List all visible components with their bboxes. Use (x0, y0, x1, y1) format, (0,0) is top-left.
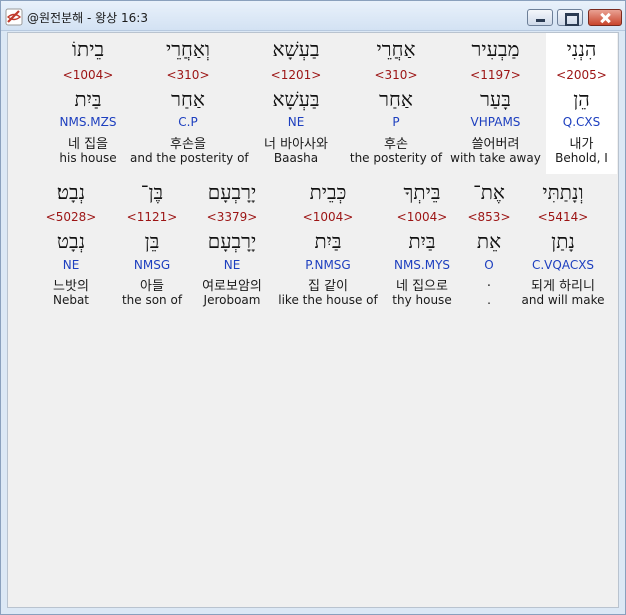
root-word: יָרָבְעָם (207, 229, 257, 253)
window-title: @원전분해 - 왕상 16:3 (27, 11, 148, 25)
strong-number: <5028> (45, 210, 97, 224)
hebrew-word: אֶת־ (473, 180, 505, 204)
korean-gloss: 아들 (140, 279, 164, 294)
root-word: בֵּן (144, 229, 160, 253)
strong-number: <853> (467, 210, 511, 224)
word-cell[interactable]: בֵּיתְךָ <1004> בַּיִת NMS.MYS 네 집으로 thy… (382, 33, 462, 307)
hebrew-word: בֵּיתְךָ (403, 180, 441, 204)
korean-gloss: 되게 하리니 (531, 279, 595, 294)
strong-number: <5414> (537, 210, 589, 224)
morph-code: NMS.MYS (393, 258, 451, 272)
korean-gloss: 집 같이 (307, 279, 348, 294)
word-cell[interactable]: כְּבֵית <1004> בַּיִת P.NMSG 집 같이 like t… (276, 33, 380, 307)
strong-number: <3379> (206, 210, 258, 224)
analysis-panel: הִנְנִי <2005> הֵן Q.CXS 내가 Behold, I מַ… (7, 32, 619, 608)
app-window: @원전분해 - 왕상 16:3 הִנְנִי <2005> הֵן Q.CXS… (0, 0, 626, 615)
hebrew-word: בֶּן־ (140, 180, 164, 204)
morph-code: NMSG (133, 258, 171, 272)
morph-code: C.VQACXS (531, 258, 595, 272)
english-gloss: and will make (521, 293, 605, 307)
morph-code: NE (223, 258, 241, 272)
root-word: נְבָט (56, 229, 86, 253)
morph-code: NE (62, 258, 80, 272)
root-word: אֵת (476, 229, 502, 253)
english-gloss: Nebat (52, 293, 90, 307)
root-word: נָתַן (551, 229, 575, 253)
strong-number: <1121> (126, 210, 178, 224)
minimize-button[interactable] (527, 9, 553, 26)
title-bar[interactable]: @원전분해 - 왕상 16:3 (1, 1, 625, 31)
word-cell[interactable]: יָרָבְעָם <3379> יָרָבְעָם NE 여로보암의 Jero… (190, 33, 274, 307)
close-button[interactable] (588, 9, 622, 26)
word-cell[interactable]: אֶת־ <853> אֵת O . . (464, 33, 514, 307)
morph-code: P.NMSG (305, 258, 351, 272)
english-gloss: like the house of (278, 293, 378, 307)
word-cell[interactable]: וְנָתַתִּי <5414> נָתַן C.VQACXS 되게 하리니 … (516, 33, 610, 307)
root-word: בַּיִת (408, 229, 436, 253)
english-gloss: Jeroboam (203, 293, 261, 307)
morph-code: O (484, 258, 494, 272)
english-gloss: the son of (121, 293, 183, 307)
korean-gloss: 네 집으로 (396, 279, 448, 294)
english-gloss: . (487, 293, 491, 307)
hebrew-word: כְּבֵית (309, 180, 347, 204)
word-cell[interactable]: נְבָט׃ <5028> נְבָט NE 느밧의 Nebat (40, 33, 102, 307)
strong-number: <1004> (396, 210, 448, 224)
hebrew-word: וְנָתַתִּי (542, 180, 584, 204)
bible-app-icon (5, 8, 23, 26)
hebrew-word: נְבָט׃ (56, 180, 86, 204)
korean-gloss: 여로보암의 (202, 279, 262, 294)
hebrew-word: יָרָבְעָם (207, 180, 257, 204)
english-gloss: thy house (392, 293, 452, 307)
maximize-button[interactable] (557, 9, 583, 26)
strong-number: <1004> (302, 210, 354, 224)
root-word: בַּיִת (314, 229, 342, 253)
korean-gloss: . (486, 275, 492, 290)
korean-gloss: 느밧의 (53, 279, 89, 294)
word-cell[interactable]: בֶּן־ <1121> בֵּן NMSG 아들 the son of (116, 33, 188, 307)
